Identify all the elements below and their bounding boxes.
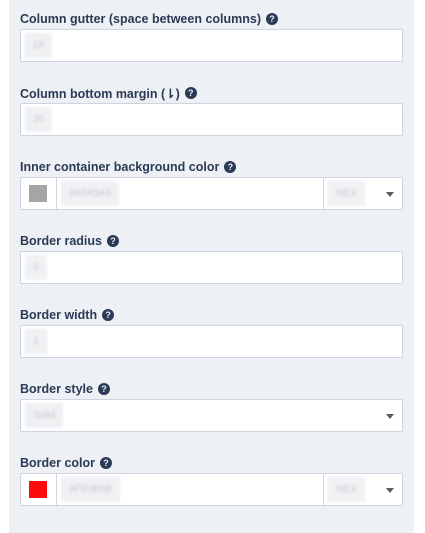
column-gutter-label: Column gutter (space between columns) ? <box>20 10 403 28</box>
inner-bg-color-format-value: HEX <box>328 181 365 206</box>
inner-bg-color-label-text: Inner container background color <box>20 160 220 174</box>
border-color-format-select[interactable]: HEX <box>323 473 403 506</box>
border-color-label-text: Border color <box>20 456 96 470</box>
inner-bg-color-swatch-button[interactable] <box>21 178 57 209</box>
border-width-input[interactable]: 1 <box>20 325 403 358</box>
inner-bg-color-picker: #A5A5A5 HEX <box>20 177 403 210</box>
chevron-down-icon <box>386 414 394 419</box>
border-width-field: Border width ? 1 <box>20 306 403 358</box>
column-gutter-label-text: Column gutter (space between columns) <box>20 12 262 26</box>
border-color-input[interactable]: #FE0B0B <box>20 473 324 506</box>
chevron-down-icon <box>386 488 394 493</box>
help-icon[interactable]: ? <box>224 161 237 173</box>
border-style-field: Border style ? Solid <box>20 380 403 432</box>
help-icon[interactable]: ? <box>100 457 113 469</box>
border-radius-field: Border radius ? 0 <box>20 232 403 284</box>
border-width-label: Border width ? <box>20 306 403 324</box>
column-bottom-margin-input[interactable]: 35 <box>20 103 403 136</box>
inner-bg-color-value: #A5A5A5 <box>61 181 120 206</box>
border-color-value: #FE0B0B <box>61 477 120 502</box>
border-style-label: Border style ? <box>20 380 403 398</box>
column-bottom-margin-field: Column bottom margin (⇂) ? 35 <box>20 84 403 136</box>
border-color-field: Border color ? #FE0B0B HEX <box>20 454 403 506</box>
inner-bg-color-label: Inner container background color ? <box>20 158 403 176</box>
column-gutter-input[interactable]: 16 <box>20 29 403 62</box>
border-radius-label: Border radius ? <box>20 232 403 250</box>
inner-bg-color-format-select[interactable]: HEX <box>323 177 403 210</box>
border-width-label-text: Border width <box>20 308 98 322</box>
border-color-label: Border color ? <box>20 454 403 472</box>
border-radius-label-text: Border radius <box>20 234 102 248</box>
border-style-value: Solid <box>25 403 64 428</box>
border-style-select[interactable]: Solid <box>20 399 403 432</box>
color-swatch <box>29 481 47 498</box>
help-icon[interactable]: ? <box>102 309 115 321</box>
border-radius-input[interactable]: 0 <box>20 251 403 284</box>
chevron-down-icon <box>386 192 394 197</box>
color-swatch <box>29 185 47 202</box>
border-color-picker: #FE0B0B HEX <box>20 473 403 506</box>
settings-panel: Column gutter (space between columns) ? … <box>9 0 414 533</box>
border-width-value: 1 <box>25 329 47 354</box>
border-color-swatch-button[interactable] <box>21 474 57 505</box>
border-style-label-text: Border style <box>20 382 93 396</box>
column-gutter-value: 16 <box>25 33 53 58</box>
help-icon[interactable]: ? <box>106 235 119 247</box>
help-icon[interactable]: ? <box>184 87 197 99</box>
help-icon[interactable]: ? <box>266 13 279 25</box>
column-gutter-field: Column gutter (space between columns) ? … <box>20 10 403 62</box>
column-bottom-margin-label-text: Column bottom margin (⇂) <box>20 86 180 101</box>
help-icon[interactable]: ? <box>97 383 110 395</box>
border-radius-value: 0 <box>25 255 47 280</box>
border-color-format-value: HEX <box>328 477 365 502</box>
column-bottom-margin-label: Column bottom margin (⇂) ? <box>20 84 403 102</box>
column-bottom-margin-value: 35 <box>25 107 53 132</box>
inner-bg-color-field: Inner container background color ? #A5A5… <box>20 158 403 210</box>
inner-bg-color-input[interactable]: #A5A5A5 <box>20 177 324 210</box>
